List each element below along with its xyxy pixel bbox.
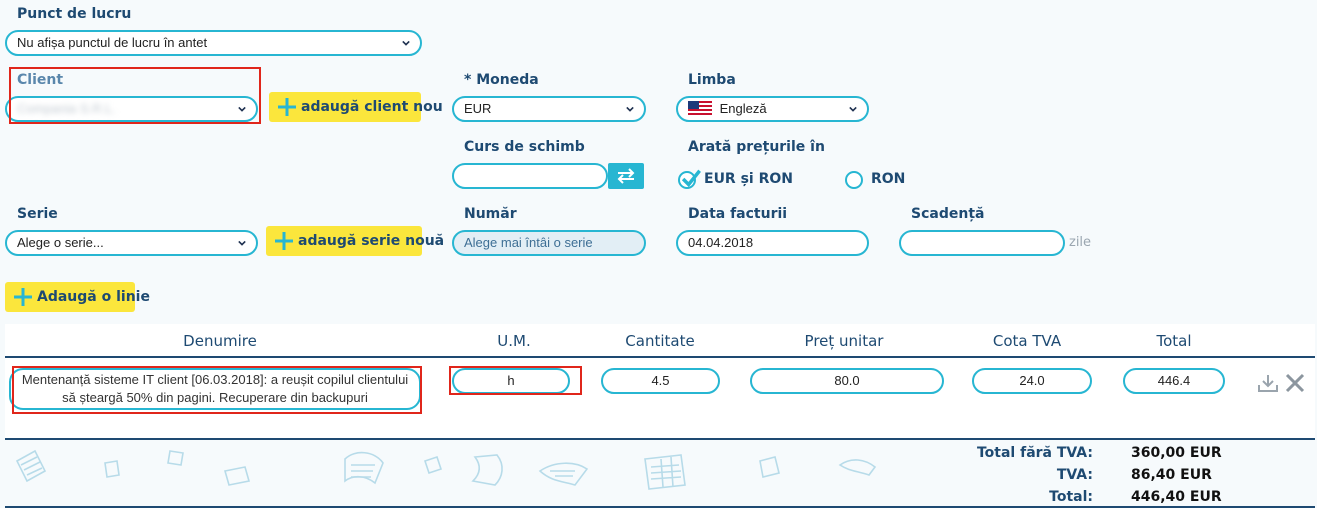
language-select-value: Engleză [719,101,767,116]
total-without-vat-label: Total fără TVA: [976,445,1093,461]
add-client-label: adaugă client nou [301,99,443,115]
client-label: Client [17,72,64,88]
row-description-input[interactable]: Mentenanță sisteme IT client [06.03.2018… [9,368,421,410]
invoice-date-label: Data facturii [688,206,788,222]
vat-label: TVA: [1056,467,1093,483]
add-line-label: Adaugă o linie [37,289,150,305]
workplace-label: Punct de lucru [17,6,132,22]
chevron-down-icon [402,40,410,46]
currency-select[interactable]: EUR [452,96,646,122]
chevron-down-icon [626,106,634,112]
header-um: U.M. [497,332,531,350]
radio-eur-ron-label[interactable]: EUR și RON [704,171,793,187]
series-label: Serie [17,206,58,222]
row-total-text: 446.4 [1157,373,1191,388]
row-description-text: Mentenanță sisteme IT client [06.03.2018… [21,372,409,405]
row-divider [5,438,1315,440]
row-quantity-input[interactable]: 4.5 [601,368,720,394]
row-unit-input[interactable]: h [452,368,570,394]
radio-ron-label[interactable]: RON [871,171,905,187]
language-select[interactable]: Engleză [676,96,869,122]
header-denumire: Denumire [183,332,257,350]
invoice-date-value: 04.04.2018 [688,235,754,250]
add-series-button[interactable]: adaugă serie nouă [266,226,444,256]
number-placeholder: Alege mai întâi o serie [464,235,593,250]
language-label: Limba [688,72,736,88]
row-vat-text: 24.0 [1019,373,1045,388]
add-line-button[interactable]: Adaugă o linie [5,282,150,312]
client-select[interactable]: Compania S.R.L. [5,96,258,122]
add-client-button[interactable]: adaugă client nou [269,92,443,122]
add-series-label: adaugă serie nouă [298,233,445,249]
header-cota-tva: Cota TVA [992,332,1062,350]
number-input[interactable]: Alege mai întâi o serie [452,230,646,256]
workplace-select-value: Nu afișa punctul de lucru în antet [17,35,208,50]
plus-icon [278,98,296,116]
header-cantitate: Cantitate [625,332,695,350]
exchange-rate-input[interactable] [452,163,608,189]
row-total-input[interactable]: 446.4 [1123,368,1225,394]
close-icon[interactable] [1284,372,1306,394]
radio-ron[interactable] [845,171,863,189]
currency-label: * Moneda [464,72,539,88]
due-input[interactable] [899,230,1065,256]
chevron-down-icon [849,106,857,112]
swap-button[interactable] [608,163,644,189]
row-unit-price-text: 80.0 [834,373,860,388]
header-total: Total [1156,332,1192,350]
number-label: Număr [464,206,517,222]
us-flag-icon [688,101,712,115]
row-vat-input[interactable]: 24.0 [972,368,1092,394]
series-select[interactable]: Alege o serie... [5,230,258,256]
grand-total-label: Total: [1049,489,1093,505]
exchange-rate-label: Curs de schimb [464,139,585,155]
chevron-down-icon [238,106,246,112]
series-select-value: Alege o serie... [17,235,104,250]
grand-total-value: 446,40 EUR [1131,489,1222,505]
header-pret-unitar: Preț unitar [804,332,884,350]
radio-eur-ron[interactable] [678,169,701,189]
decorative-papers-background [15,449,877,490]
workplace-select[interactable]: Nu afișa punctul de lucru în antet [5,30,422,56]
plus-icon [14,288,32,306]
download-icon[interactable] [1257,373,1279,393]
currency-select-value: EUR [464,101,492,116]
checkmark-icon [681,169,701,188]
row-quantity-text: 4.5 [651,373,670,388]
chevron-down-icon [238,240,246,246]
vat-value: 86,40 EUR [1131,467,1212,483]
show-prices-label: Arată prețurile în [688,139,825,155]
invoice-date-input[interactable]: 04.04.2018 [676,230,869,256]
total-without-vat-value: 360,00 EUR [1131,445,1222,461]
plus-icon [275,232,293,250]
row-unit-price-input[interactable]: 80.0 [750,368,944,394]
due-label: Scadență [911,206,985,222]
row-unit-text: h [507,373,515,388]
client-select-value: Compania S.R.L. [17,101,116,116]
swap-arrows-icon [617,168,635,184]
due-unit: zile [1069,235,1092,250]
